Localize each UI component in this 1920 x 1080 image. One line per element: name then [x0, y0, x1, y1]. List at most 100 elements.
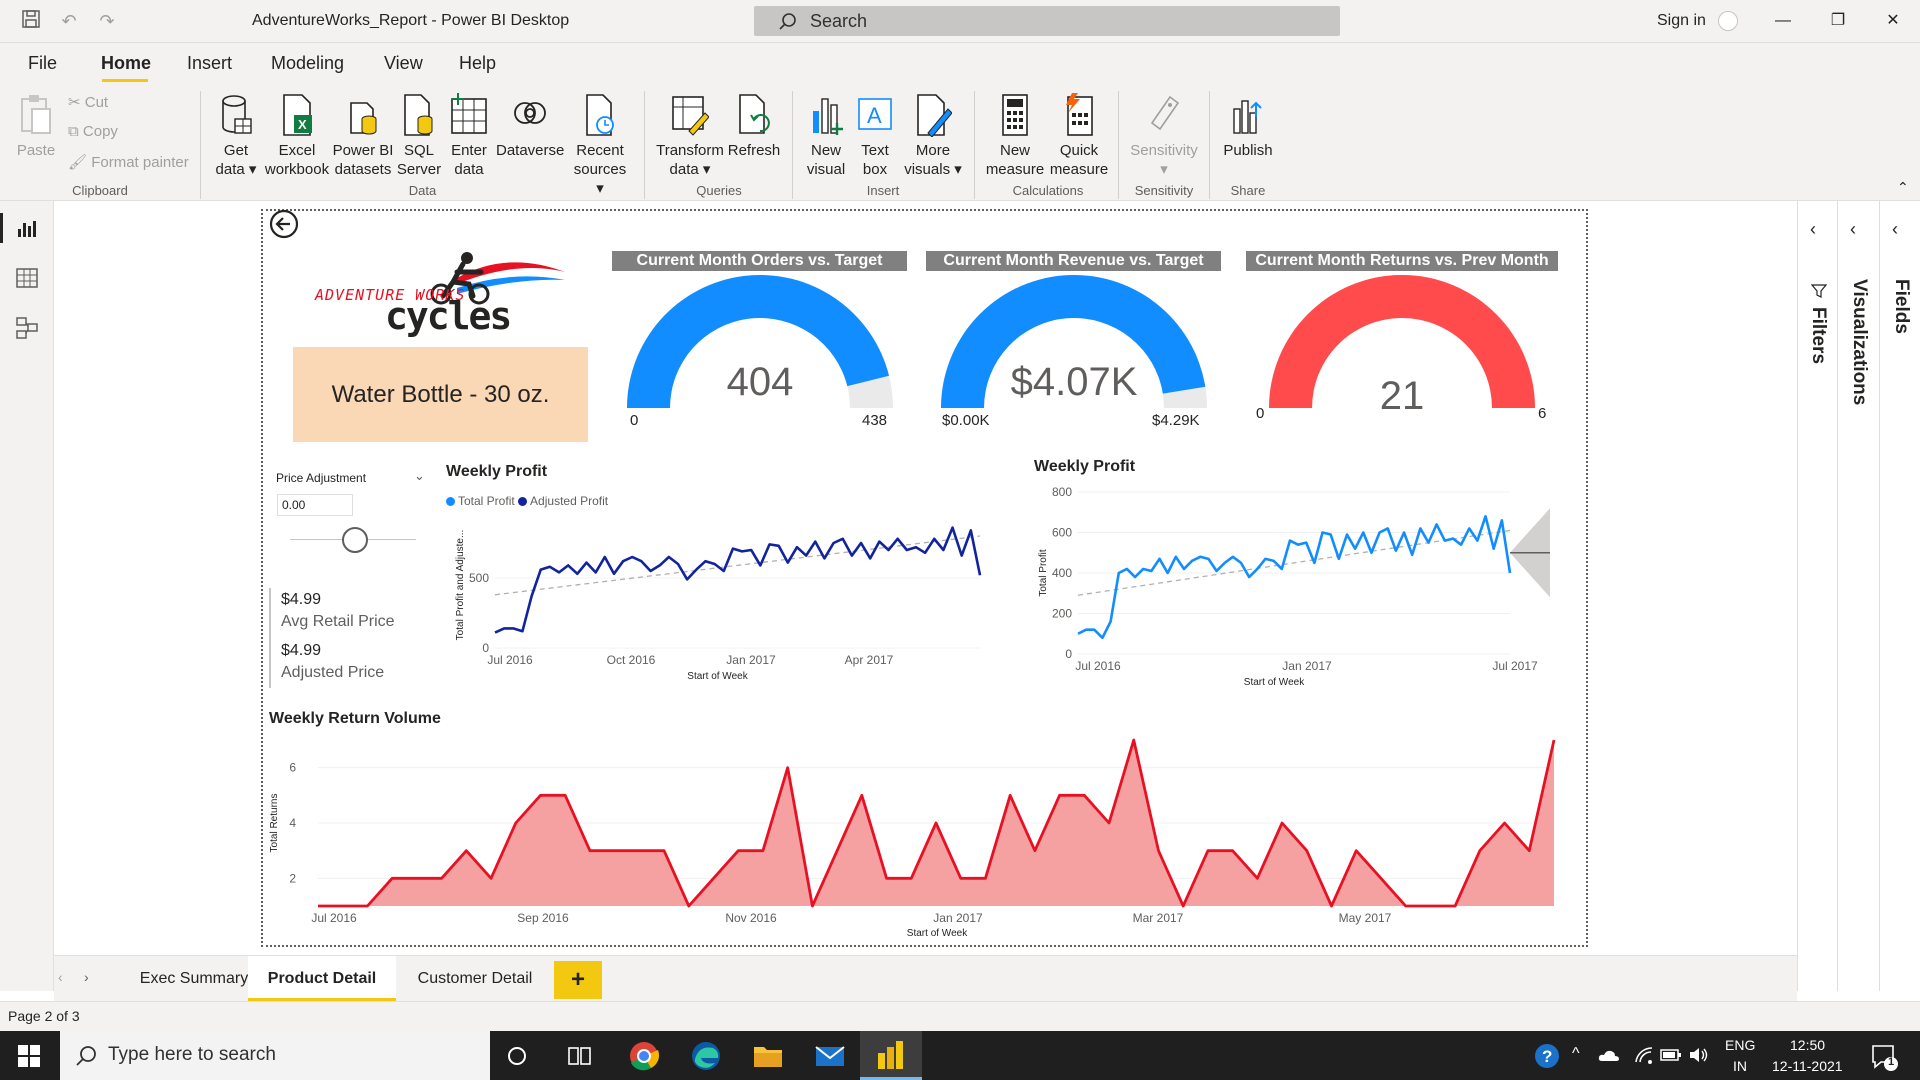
menu-insert[interactable]: Insert: [187, 53, 232, 74]
volume-icon[interactable]: [1688, 1046, 1710, 1064]
enter-data-button[interactable]: Enter data: [444, 93, 494, 179]
add-page-button[interactable]: +: [554, 961, 602, 999]
sql-server-button[interactable]: SQL Server: [394, 93, 444, 179]
minimize-button[interactable]: —: [1763, 8, 1803, 34]
tab-scroll-right-icon[interactable]: ›: [84, 969, 89, 985]
tray-expand-icon[interactable]: ^: [1572, 1045, 1580, 1063]
filters-label: Filters: [1808, 307, 1829, 365]
legend-adjusted-profit[interactable]: Adjusted Profit: [518, 494, 608, 508]
tab-product-detail[interactable]: Product Detail: [248, 956, 396, 1002]
tab-scroll-left-icon[interactable]: ‹: [58, 969, 63, 985]
avg-retail-price-value: $4.99: [281, 591, 322, 608]
x-tick-label: May 2017: [1339, 911, 1392, 925]
collapse-ribbon-icon[interactable]: ⌃: [1897, 179, 1909, 196]
page-indicator: Page 2 of 3: [8, 1008, 80, 1024]
menu-help[interactable]: Help: [459, 53, 496, 74]
tab-customer-detail[interactable]: Customer Detail: [400, 956, 550, 1002]
text-box-icon: A: [858, 98, 892, 130]
file-explorer-icon[interactable]: [751, 1039, 785, 1073]
new-measure-button[interactable]: New measure: [984, 93, 1046, 179]
x-tick-label: Jul 2017: [1492, 659, 1538, 673]
y-tick-label: 800: [1052, 485, 1072, 499]
avatar[interactable]: [1718, 11, 1738, 31]
sign-in-link[interactable]: Sign in: [1657, 12, 1706, 30]
pbi-datasets-button[interactable]: Power BI datasets: [332, 93, 394, 179]
report-view-icon[interactable]: [14, 215, 40, 241]
x-tick-label: Mar 2017: [1133, 911, 1184, 925]
weekly-profit-chart[interactable]: 0500Jul 2016 Oct 2016 Jan 2017 Apr 2017Star…: [440, 512, 1000, 692]
refresh-button[interactable]: Refresh: [726, 93, 782, 160]
onedrive-icon[interactable]: [1598, 1048, 1620, 1062]
clock-time[interactable]: 12:50: [1790, 1037, 1825, 1053]
more-visuals-button[interactable]: More visuals ▾: [900, 93, 966, 179]
mail-icon[interactable]: [813, 1039, 847, 1073]
price-cards: $4.99 Avg Retail Price $4.99 Adjusted Pr…: [269, 588, 399, 688]
help-icon[interactable]: ?: [1534, 1043, 1560, 1069]
ribbon-separator: [792, 91, 793, 199]
language-secondary[interactable]: IN: [1733, 1058, 1747, 1074]
task-view-icon[interactable]: [568, 1045, 592, 1067]
gauge-revenue-title: Current Month Revenue vs. Target: [926, 251, 1221, 271]
window-title: AdventureWorks_Report - Power BI Desktop: [252, 12, 570, 29]
windows-start-icon[interactable]: [18, 1045, 40, 1067]
save-icon[interactable]: [18, 8, 44, 34]
search-box[interactable]: Search: [754, 6, 1340, 36]
svg-text:?: ?: [1542, 1047, 1552, 1066]
legend-total-profit[interactable]: Total Profit: [446, 494, 515, 508]
restore-button[interactable]: ❐: [1818, 8, 1858, 34]
taskbar-search[interactable]: Type here to search: [60, 1031, 490, 1080]
weekly-return-volume-chart[interactable]: 2 4 6 Jul 2016 Sep 2016 Nov 2016 Jan 2017 Mar 2…: [266, 732, 1566, 944]
get-data-button[interactable]: Get data ▾: [212, 93, 260, 179]
menu-file[interactable]: File: [28, 53, 57, 74]
brush-icon: 🖌: [68, 154, 88, 171]
undo-icon[interactable]: ↶: [56, 8, 82, 34]
paste-button[interactable]: Paste: [14, 93, 58, 160]
power-bi-taskbar-button[interactable]: [860, 1031, 922, 1080]
price-slider-handle[interactable]: [342, 527, 368, 553]
collapse-fields-icon[interactable]: ‹: [1892, 219, 1898, 240]
visualizations-pane[interactable]: ‹ Visualizations: [1837, 201, 1879, 991]
tab-exec-summary[interactable]: Exec Summary: [124, 956, 264, 1002]
model-view-icon[interactable]: [14, 315, 40, 341]
clock-date[interactable]: 12-11-2021: [1772, 1058, 1843, 1074]
slicer-chevron-icon[interactable]: ⌄: [414, 468, 425, 484]
fields-pane[interactable]: ‹ Fields: [1879, 201, 1920, 991]
group-queries: Queries: [696, 183, 742, 198]
new-visual-button[interactable]: New visual: [800, 93, 852, 179]
copy-icon: ⧉: [68, 123, 79, 140]
data-view-icon[interactable]: [14, 265, 40, 291]
menu-view[interactable]: View: [384, 53, 423, 74]
cut-button[interactable]: ✂ Cut: [68, 93, 108, 111]
weekly-profit-forecast-chart[interactable]: 0 200 400 600 800 Jul 2016 Jan 2017 Jul 2017 Sta…: [1030, 482, 1570, 697]
copy-button[interactable]: ⧉ Copy: [68, 123, 118, 140]
menu-home[interactable]: Home: [101, 53, 151, 74]
chrome-icon[interactable]: [627, 1039, 661, 1073]
language-primary[interactable]: ENG: [1725, 1037, 1755, 1053]
avg-retail-price-label: Avg Retail Price: [281, 613, 395, 630]
excel-workbook-button[interactable]: X Excel workbook: [262, 93, 332, 179]
y-axis-title: Total Returns: [269, 794, 280, 853]
gauge-orders-title: Current Month Orders vs. Target: [612, 251, 907, 271]
battery-icon[interactable]: [1660, 1047, 1682, 1063]
y-tick-label: 400: [1052, 566, 1072, 580]
cortana-icon[interactable]: [506, 1045, 528, 1067]
back-arrow-icon[interactable]: [268, 208, 300, 240]
text-box-button[interactable]: A Text box: [852, 93, 898, 179]
dataverse-button[interactable]: Dataverse: [496, 93, 564, 160]
transform-data-button[interactable]: Transform data ▾: [656, 93, 724, 179]
collapse-visualizations-icon[interactable]: ‹: [1850, 219, 1856, 240]
redo-icon[interactable]: ↷: [94, 8, 120, 34]
edge-icon[interactable]: [689, 1039, 723, 1073]
menu-modeling[interactable]: Modeling: [271, 53, 344, 74]
quick-measure-button[interactable]: Quick measure: [1046, 93, 1112, 179]
sensitivity-button[interactable]: Sensitivity ▾: [1126, 93, 1202, 179]
wifi-icon[interactable]: [1634, 1046, 1654, 1064]
publish-button[interactable]: Publish: [1218, 93, 1278, 160]
ribbon-separator: [1118, 91, 1119, 199]
format-painter-button[interactable]: 🖌 Format painter: [68, 153, 189, 171]
price-slicer-input[interactable]: 0.00: [277, 494, 353, 516]
collapse-filters-icon[interactable]: ‹: [1810, 219, 1816, 240]
close-button[interactable]: ✕: [1873, 8, 1913, 34]
filters-pane[interactable]: ‹ Filters: [1797, 201, 1837, 991]
x-tick-label: Jan 2017: [1282, 659, 1332, 673]
